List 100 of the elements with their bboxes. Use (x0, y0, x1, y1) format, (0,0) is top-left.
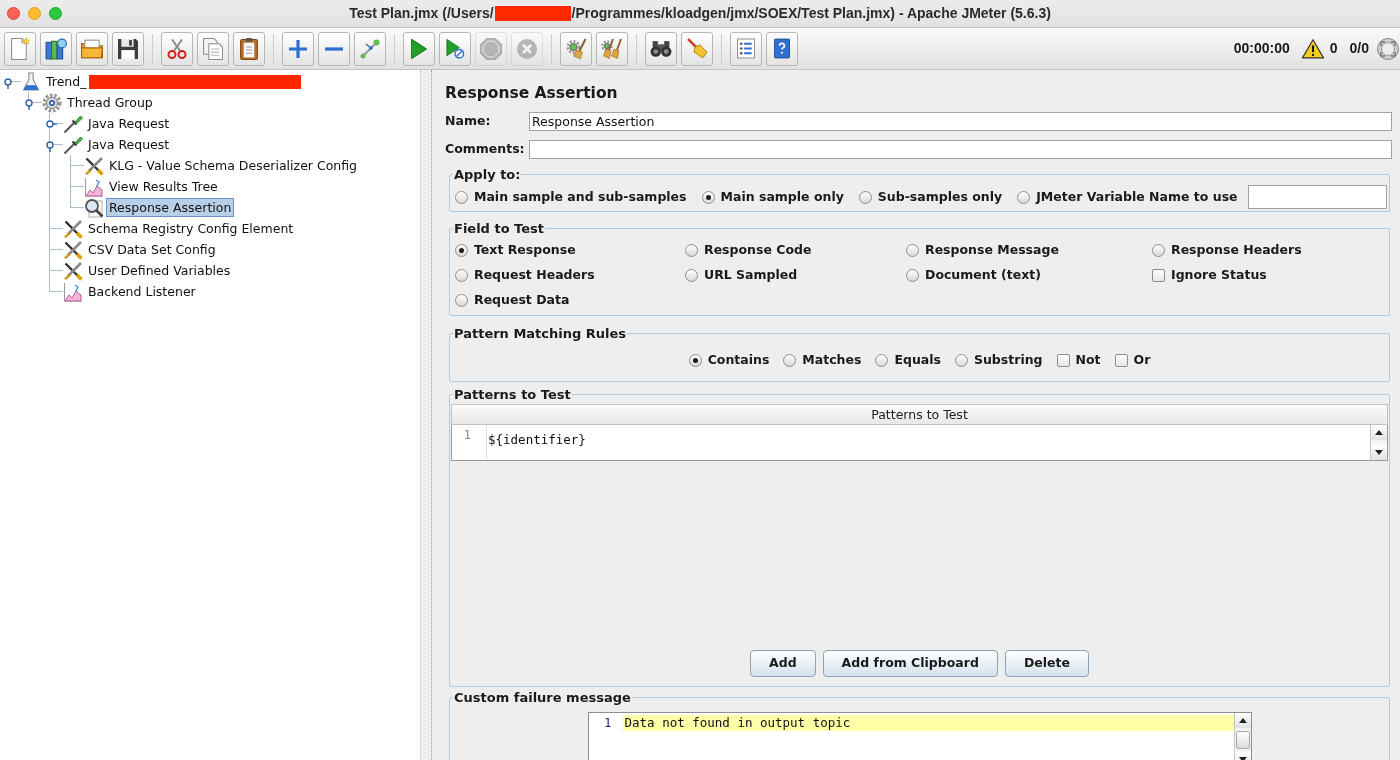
scrollbar-thumb[interactable] (1235, 731, 1250, 749)
radio-label[interactable]: Main sample only (720, 187, 844, 207)
circle-arrows-icon[interactable] (1377, 37, 1399, 60)
tree-item[interactable]: KLG - Value Schema Deserializer Config (106, 156, 361, 175)
radio-button[interactable] (1017, 190, 1031, 204)
radio-label[interactable]: Response Message (925, 241, 1059, 260)
tree-item[interactable]: CSV Data Set Config (85, 240, 219, 259)
tree-item[interactable]: Trend_ (43, 72, 90, 91)
scrollbar[interactable] (1233, 713, 1251, 760)
tree-item[interactable]: Schema Registry Config Element (85, 219, 297, 238)
gears-brooms-icon (601, 37, 623, 60)
search-button[interactable] (645, 31, 677, 66)
warning-icon[interactable] (1301, 38, 1324, 59)
radio-button[interactable] (1152, 244, 1165, 257)
pattern-action-button[interactable]: Delete (1004, 650, 1089, 677)
variable-name-field[interactable] (1247, 185, 1387, 209)
radio-label[interactable]: Sub-samples only (877, 187, 1003, 207)
open-button[interactable] (76, 31, 108, 66)
checkbox[interactable] (1114, 354, 1128, 367)
radio-label[interactable]: Response Code (704, 241, 812, 260)
save-button[interactable] (112, 31, 144, 66)
radio-button[interactable] (858, 190, 872, 204)
checkbox[interactable] (1152, 269, 1165, 282)
tree-item[interactable]: Response Assertion (106, 198, 235, 217)
radio-button[interactable] (688, 354, 702, 367)
up-triangle-icon (1375, 430, 1383, 435)
radio-button[interactable] (701, 190, 715, 204)
copy-button[interactable] (197, 31, 229, 66)
radio-label[interactable]: Text Response (474, 241, 576, 260)
radio-button[interactable] (875, 354, 889, 367)
wand-arrow-icon (360, 38, 380, 59)
new-button[interactable] (4, 31, 36, 66)
group-title: Pattern Matching Rules (453, 326, 628, 341)
radio-label[interactable]: Matches (802, 351, 862, 370)
radio-label[interactable]: Contains (707, 351, 770, 370)
radio-button[interactable] (954, 354, 968, 367)
tree-toggle-icon[interactable] (45, 119, 57, 131)
start-button[interactable] (403, 31, 435, 66)
pattern-text[interactable]: ${identifier} (488, 432, 586, 447)
line-number: 1 (603, 715, 612, 731)
radio-button[interactable] (685, 244, 698, 257)
start-no-pauses-button[interactable] (439, 31, 471, 66)
radio-label[interactable]: Main sample and sub-samples (474, 187, 687, 207)
radio-label[interactable]: JMeter Variable Name to use (1036, 187, 1238, 207)
scroll-up-button[interactable] (1371, 425, 1387, 440)
radio-button[interactable] (455, 269, 468, 282)
radio-label[interactable]: Document (text) (925, 266, 1041, 285)
clear-button[interactable] (560, 31, 592, 66)
expand-button[interactable] (282, 31, 314, 66)
down-triangle-icon (1375, 450, 1383, 455)
tree-toggle-icon[interactable] (45, 140, 57, 152)
tree-item[interactable]: Java Request (85, 135, 173, 154)
help-button[interactable] (766, 31, 798, 66)
radio-button[interactable] (906, 269, 919, 282)
checkbox-label[interactable]: Or (1133, 351, 1151, 370)
paste-button[interactable] (233, 31, 265, 66)
tree-toggle-icon[interactable] (24, 98, 36, 110)
books-icon (45, 37, 67, 60)
radio-button[interactable] (455, 190, 468, 204)
radio-button[interactable] (685, 269, 698, 282)
tree-item[interactable]: User Defined Variables (85, 261, 234, 280)
checkbox-label[interactable]: Ignore Status (1171, 266, 1267, 285)
radio-label[interactable]: Request Data (474, 291, 570, 310)
close-button[interactable] (7, 7, 20, 20)
checkbox-label[interactable]: Not (1075, 351, 1101, 370)
radio-label[interactable]: Response Headers (1171, 241, 1302, 260)
tree-item[interactable]: Backend Listener (85, 282, 199, 301)
toggle-button[interactable] (354, 31, 386, 66)
area-chart-icon (63, 281, 83, 302)
radio-label[interactable]: URL Sampled (704, 266, 798, 285)
function-helper-button[interactable] (730, 31, 762, 66)
scroll-up-button[interactable] (1234, 713, 1251, 728)
tree-toggle-icon[interactable] (3, 77, 15, 89)
crossed-tools-icon (63, 260, 83, 281)
radio-button[interactable] (783, 354, 797, 367)
name-field[interactable]: Response Assertion (529, 112, 1392, 131)
gear-broom-icon (565, 37, 587, 60)
radio-label[interactable]: Request Headers (474, 266, 595, 285)
radio-button[interactable] (455, 294, 468, 307)
maximize-button[interactable] (49, 7, 62, 20)
radio-button[interactable] (906, 244, 919, 257)
splitter-bar[interactable] (420, 70, 432, 760)
tree-item[interactable]: Java Request (85, 114, 173, 133)
clear-all-button[interactable] (596, 31, 628, 66)
pattern-action-button[interactable]: Add from Clipboard (822, 650, 998, 677)
collapse-button[interactable] (318, 31, 350, 66)
tree-item[interactable]: Thread Group (64, 93, 156, 112)
scroll-down-button[interactable] (1371, 445, 1387, 460)
comments-field[interactable] (529, 140, 1392, 159)
tree-item[interactable]: View Results Tree (106, 177, 221, 196)
cut-button[interactable] (161, 31, 193, 66)
minimize-button[interactable] (28, 7, 41, 20)
pattern-action-button[interactable]: Add (750, 650, 816, 677)
radio-button[interactable] (455, 244, 468, 257)
radio-label[interactable]: Substring (973, 351, 1043, 370)
scrollbar[interactable] (1370, 425, 1387, 460)
templates-button[interactable] (40, 31, 72, 66)
radio-label[interactable]: Equals (894, 351, 941, 370)
checkbox[interactable] (1056, 354, 1070, 367)
play-icon (411, 38, 427, 59)
